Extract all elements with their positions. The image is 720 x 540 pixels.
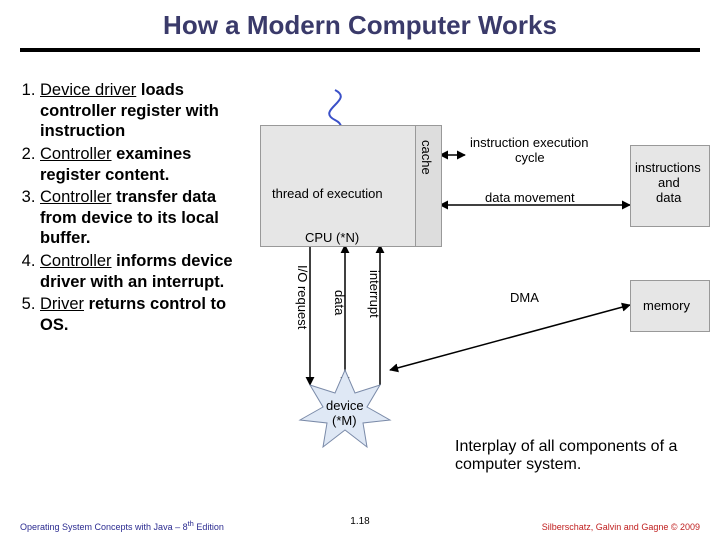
data-movement-label: data movement bbox=[485, 190, 575, 205]
step-3: Controller transfer data from device to … bbox=[40, 187, 256, 249]
footer-right: Silberschatz, Galvin and Gagne © 2009 bbox=[542, 522, 700, 532]
instr-l2: and bbox=[658, 175, 680, 190]
iec-l1: instruction execution bbox=[470, 135, 589, 150]
device-l1: device bbox=[326, 398, 364, 413]
cache-label: cache bbox=[419, 140, 434, 175]
step-1-subject: Device driver bbox=[40, 81, 136, 99]
iec-l2: cycle bbox=[515, 150, 545, 165]
step-5: Driver returns control to OS. bbox=[40, 294, 256, 335]
footer: Operating System Concepts with Java – 8t… bbox=[0, 516, 720, 532]
interrupt-label: interrupt bbox=[367, 270, 382, 318]
instr-l3: data bbox=[656, 190, 681, 205]
step-5-subject: Driver bbox=[40, 295, 84, 313]
caption: Interplay of all components of a compute… bbox=[455, 438, 715, 474]
step-2: Controller examines register content. bbox=[40, 144, 256, 185]
step-1: Device driver loads controller register … bbox=[40, 80, 256, 142]
cpu-label: CPU (*N) bbox=[305, 230, 359, 245]
page-title: How a Modern Computer Works bbox=[0, 10, 720, 41]
step-2-subject: Controller bbox=[40, 145, 112, 163]
instr-l1: instructions bbox=[635, 160, 701, 175]
io-request-label: I/O request bbox=[295, 265, 310, 329]
step-3-subject: Controller bbox=[40, 188, 112, 206]
title-rule bbox=[20, 48, 700, 52]
diagram: cache thread of execution CPU (*N) instr… bbox=[260, 80, 710, 450]
dma-label: DMA bbox=[510, 290, 539, 305]
step-4: Controller informs device driver with an… bbox=[40, 251, 256, 292]
memory-label: memory bbox=[643, 298, 690, 313]
step-4-subject: Controller bbox=[40, 252, 112, 270]
device-l2: (*M) bbox=[332, 413, 357, 428]
thread-label: thread of execution bbox=[272, 186, 383, 201]
steps-list: Device driver loads controller register … bbox=[18, 80, 256, 338]
data-label: data bbox=[332, 290, 347, 315]
